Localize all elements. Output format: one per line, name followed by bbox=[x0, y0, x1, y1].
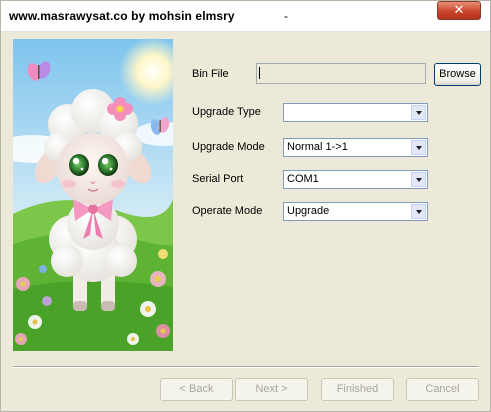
divider bbox=[13, 366, 479, 368]
upgrade-type-select[interactable] bbox=[283, 103, 428, 122]
title-bar: www.masrawysat.co by mohsin elmsry - ✕ bbox=[1, 1, 490, 32]
lamb-picture bbox=[13, 39, 173, 351]
operate-mode-label: Operate Mode bbox=[192, 205, 263, 217]
operate-mode-select[interactable]: Upgrade bbox=[283, 202, 428, 221]
close-icon: ✕ bbox=[453, 3, 465, 18]
cancel-button[interactable]: Cancel bbox=[406, 378, 479, 401]
next-button[interactable]: Next > bbox=[235, 378, 308, 401]
text-caret bbox=[259, 67, 260, 79]
serial-port-select[interactable]: COM1 bbox=[283, 170, 428, 189]
bin-file-input[interactable] bbox=[256, 63, 426, 84]
window-title: www.masrawysat.co by mohsin elmsry bbox=[9, 9, 235, 23]
lamb-illustration bbox=[13, 39, 173, 351]
close-button[interactable]: ✕ bbox=[437, 1, 481, 20]
bin-file-label: Bin File bbox=[192, 68, 229, 80]
installer-window: www.masrawysat.co by mohsin elmsry - ✕ B… bbox=[0, 0, 491, 412]
chevron-down-icon[interactable] bbox=[411, 204, 426, 219]
finished-button[interactable]: Finished bbox=[321, 378, 394, 401]
upgrade-mode-value: Normal 1->1 bbox=[287, 141, 348, 153]
serial-port-label: Serial Port bbox=[192, 173, 244, 185]
back-button[interactable]: < Back bbox=[160, 378, 233, 401]
chevron-down-icon[interactable] bbox=[411, 105, 426, 120]
upgrade-mode-label: Upgrade Mode bbox=[192, 141, 265, 153]
upgrade-type-label: Upgrade Type bbox=[192, 106, 261, 118]
chevron-down-icon[interactable] bbox=[411, 172, 426, 187]
chevron-down-icon[interactable] bbox=[411, 140, 426, 155]
browse-button[interactable]: Browse bbox=[434, 63, 481, 86]
title-dash: - bbox=[284, 9, 288, 23]
serial-port-value: COM1 bbox=[287, 173, 319, 185]
operate-mode-value: Upgrade bbox=[287, 205, 330, 217]
upgrade-mode-select[interactable]: Normal 1->1 bbox=[283, 138, 428, 157]
